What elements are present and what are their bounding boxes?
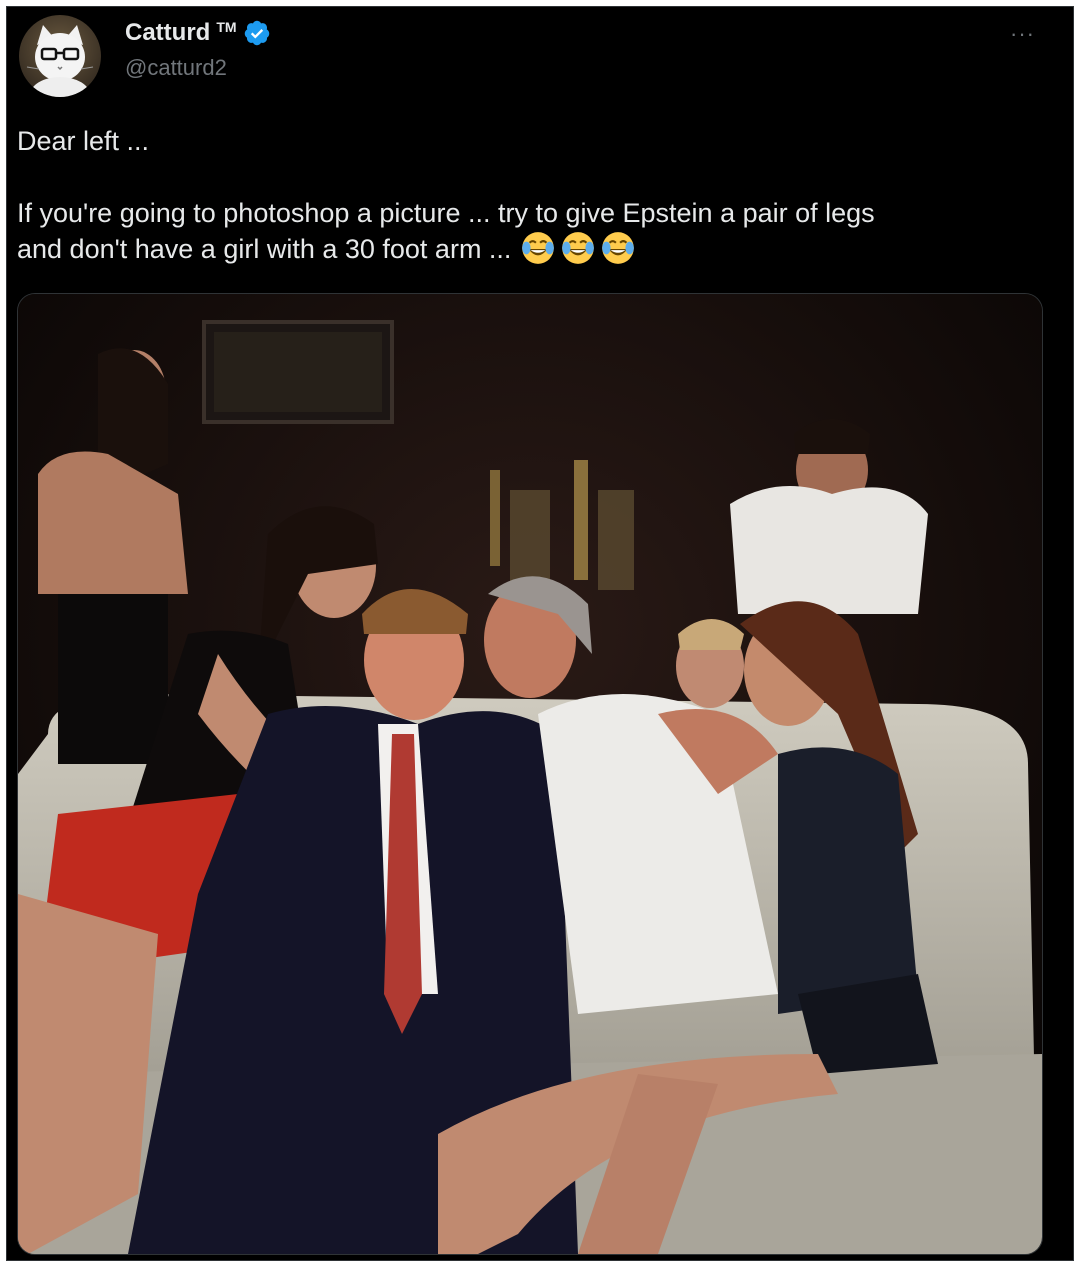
trademark-mark: TM	[216, 19, 237, 35]
photo-illustration	[18, 294, 1042, 1254]
tweet-card: Catturd TM @catturd2 ··· Dear left ... I…	[6, 6, 1074, 1261]
tweet-line-3: and don't have a girl with a 30 foot arm…	[17, 234, 512, 264]
user-handle[interactable]: @catturd2	[125, 55, 271, 81]
tweet-line-2: If you're going to photoshop a picture .…	[17, 198, 875, 228]
face-with-tears-of-joy-icon	[562, 232, 594, 264]
emoji-group	[519, 229, 637, 267]
face-with-tears-of-joy-icon	[522, 232, 554, 264]
tweet-text: Dear left ... If you're going to photosh…	[17, 123, 1057, 270]
display-name-row: Catturd TM	[125, 17, 271, 49]
tweet-media-photo[interactable]	[17, 293, 1043, 1255]
user-names: Catturd TM @catturd2	[125, 17, 271, 81]
cat-avatar-icon	[26, 25, 94, 97]
more-options-button[interactable]: ···	[1010, 21, 1035, 47]
display-name[interactable]: Catturd	[125, 19, 210, 47]
verified-badge-icon	[244, 20, 269, 46]
tweet-line-1: Dear left ...	[17, 126, 150, 156]
avatar[interactable]	[19, 15, 101, 97]
tweet-line-3-wrap: and don't have a girl with a 30 foot arm…	[17, 231, 1057, 270]
face-with-tears-of-joy-icon	[602, 232, 634, 264]
